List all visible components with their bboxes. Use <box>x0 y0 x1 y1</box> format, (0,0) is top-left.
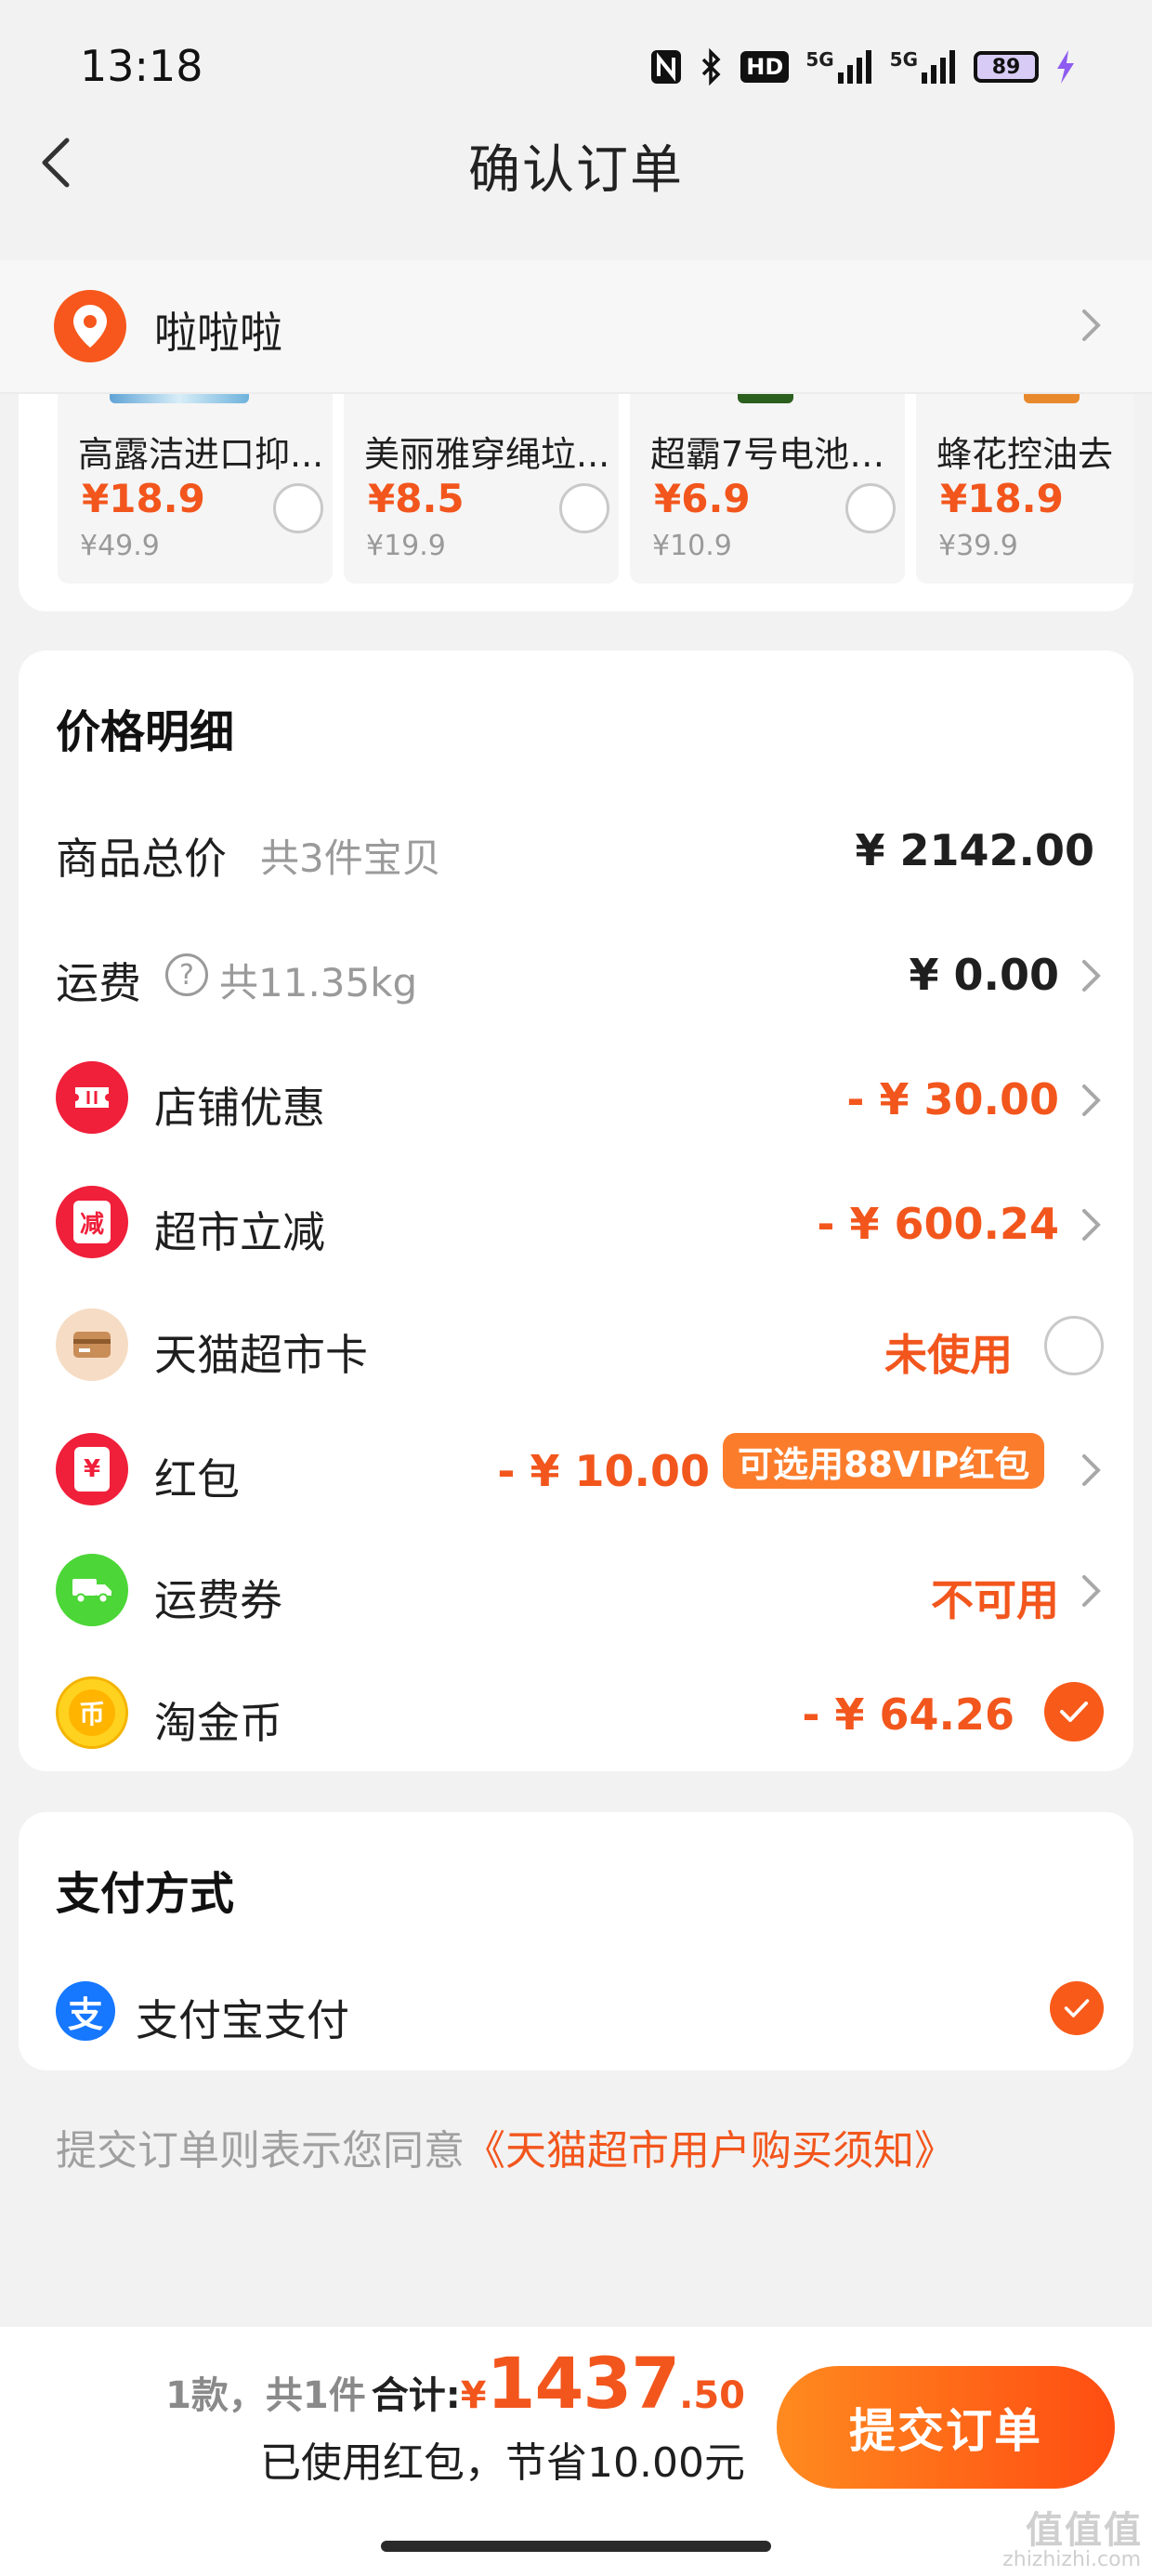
agreement-link[interactable]: 《天猫超市用户购买须知》 <box>465 2127 955 2175</box>
market-card-radio[interactable] <box>1044 1316 1104 1375</box>
order-summary: 1款，共1件 合计: ¥ 1437 .50 <box>165 2342 745 2425</box>
red-packet-icon: ¥ <box>56 1433 128 1505</box>
status-icons: HD 5G 5G 89 <box>649 46 1076 87</box>
goods-count-text: 共3件宝贝 <box>260 835 441 881</box>
product-price: ¥18.9 <box>82 476 205 521</box>
recommend-item[interactable]: 高露洁进口抑... ¥18.9 ¥49.9 <box>58 394 333 584</box>
recommend-card: 高露洁进口抑... ¥18.9 ¥49.9 美丽雅穿绳垃... ¥8.5 ¥19… <box>19 394 1133 611</box>
payment-method-label[interactable]: 支付宝支付 <box>136 1987 349 2048</box>
watermark-url: zhizhizhi.com <box>1002 2548 1141 2571</box>
gold-coin-icon: 币 <box>56 1676 128 1749</box>
signal-5g-label: 5G <box>805 48 834 71</box>
item-count: 1款，共1件 <box>165 2374 366 2417</box>
hd-icon: HD <box>740 51 790 83</box>
watermark: 值值值 <box>1026 2509 1143 2552</box>
market-card-status: 未使用 <box>884 1330 1013 1380</box>
coupon-icon <box>56 1061 128 1134</box>
help-icon[interactable]: ? <box>165 953 208 996</box>
product-original-price: ¥49.9 <box>80 530 160 562</box>
savings-text: 已使用红包，节省10.00元 <box>260 2439 745 2487</box>
shop-discount-value[interactable]: - ¥ 30.00 <box>846 1074 1059 1124</box>
product-image <box>1024 394 1080 403</box>
market-cut-label: 超市立减 <box>154 1207 325 1257</box>
gold-coin-label: 淘金币 <box>154 1698 282 1748</box>
gold-coin-check[interactable] <box>1044 1682 1104 1741</box>
product-price: ¥6.9 <box>654 476 751 521</box>
shipping-coupon-label: 运费券 <box>154 1575 282 1625</box>
chevron-right-icon <box>1080 1572 1104 1613</box>
checkmark-icon <box>1064 1999 1090 2017</box>
checkmark-icon <box>1060 1702 1088 1722</box>
shipping-value[interactable]: ¥ 0.00 <box>909 950 1059 1000</box>
product-original-price: ¥19.9 <box>366 530 446 562</box>
home-indicator[interactable] <box>381 2541 771 2552</box>
total-currency: ¥ <box>460 2374 487 2417</box>
product-name: 美丽雅穿绳垃... <box>364 434 610 475</box>
signal-5g-icon: 5G <box>805 48 872 85</box>
shipping-coupon-status[interactable]: 不可用 <box>931 1567 1059 1628</box>
bluetooth-icon <box>700 48 724 85</box>
total-amount-decimal: .50 <box>679 2374 745 2417</box>
chevron-right-icon <box>1080 1082 1104 1123</box>
signal-5g-2-icon: 5G <box>890 48 957 85</box>
shipping-weight: 共11.35kg <box>219 960 418 1005</box>
battery-icon: 89 <box>974 51 1039 83</box>
chevron-right-icon <box>1080 957 1104 998</box>
agreement-prefix: 提交订单则表示您同意 <box>56 2127 465 2175</box>
select-radio[interactable] <box>273 483 323 533</box>
product-price: ¥8.5 <box>368 476 465 521</box>
submit-order-button[interactable]: 提交订单 <box>777 2366 1115 2489</box>
chevron-right-icon <box>1080 307 1104 348</box>
total-amount-integer: 1437 <box>486 2342 681 2425</box>
goods-total-value: ¥ 2142.00 <box>855 825 1094 875</box>
product-price: ¥18.9 <box>940 476 1064 521</box>
select-radio[interactable] <box>559 483 609 533</box>
alipay-check[interactable] <box>1050 1981 1104 2035</box>
discount-icon-text: 减 <box>73 1201 111 1243</box>
product-name: 超霸7号电池1... <box>650 434 901 475</box>
market-card-label: 天猫超市卡 <box>154 1330 368 1380</box>
price-detail-title: 价格明细 <box>56 706 235 758</box>
product-original-price: ¥10.9 <box>652 530 732 562</box>
gold-coin-icon-text: 币 <box>69 1689 115 1736</box>
shop-discount-label: 店铺优惠 <box>154 1083 325 1133</box>
shipping-label: 运费 <box>56 958 141 1008</box>
chevron-right-icon <box>1080 1206 1104 1247</box>
red-packet-label: 红包 <box>154 1454 240 1505</box>
recommend-item[interactable]: 超霸7号电池1... ¥6.9 ¥10.9 <box>630 394 905 584</box>
goods-total-label: 商品总价 <box>56 834 227 884</box>
recommend-item[interactable]: 美丽雅穿绳垃... ¥8.5 ¥19.9 <box>344 394 619 584</box>
alipay-icon: 支 <box>56 1981 115 2041</box>
product-image <box>738 394 793 403</box>
charging-icon <box>1055 48 1076 85</box>
agreement-text: 提交订单则表示您同意《天猫超市用户购买须知》 <box>56 2117 955 2176</box>
red-packet-icon-text: ¥ <box>74 1447 110 1492</box>
select-radio[interactable] <box>845 483 896 533</box>
chevron-right-icon <box>1080 1452 1104 1492</box>
product-name: 蜂花控油去 <box>936 434 1114 475</box>
red-packet-value[interactable]: - ¥ 10.00 <box>497 1446 710 1496</box>
signal-5g-2-label: 5G <box>889 48 918 71</box>
product-image <box>110 394 249 403</box>
vip-red-packet-tag[interactable]: 可选用88VIP红包 <box>723 1433 1045 1489</box>
market-cut-value[interactable]: - ¥ 600.24 <box>817 1199 1059 1249</box>
payment-title: 支付方式 <box>56 1868 235 1920</box>
page-title: 确认订单 <box>468 140 684 201</box>
total-label: 合计: <box>371 2374 461 2417</box>
gold-coin-value: - ¥ 64.26 <box>802 1689 1015 1740</box>
truck-icon <box>56 1554 128 1626</box>
product-name: 高露洁进口抑... <box>78 434 324 475</box>
recommend-item[interactable]: 蜂花控油去 ¥18.9 ¥39.9 <box>916 394 1133 584</box>
address-name[interactable]: 啦啦啦 <box>154 299 282 361</box>
discount-icon: 减 <box>56 1186 128 1258</box>
product-original-price: ¥39.9 <box>938 530 1018 562</box>
gift-card-icon <box>56 1308 128 1381</box>
status-time: 13:18 <box>80 41 203 91</box>
location-pin-icon <box>54 290 126 362</box>
nfc-icon <box>649 48 683 85</box>
